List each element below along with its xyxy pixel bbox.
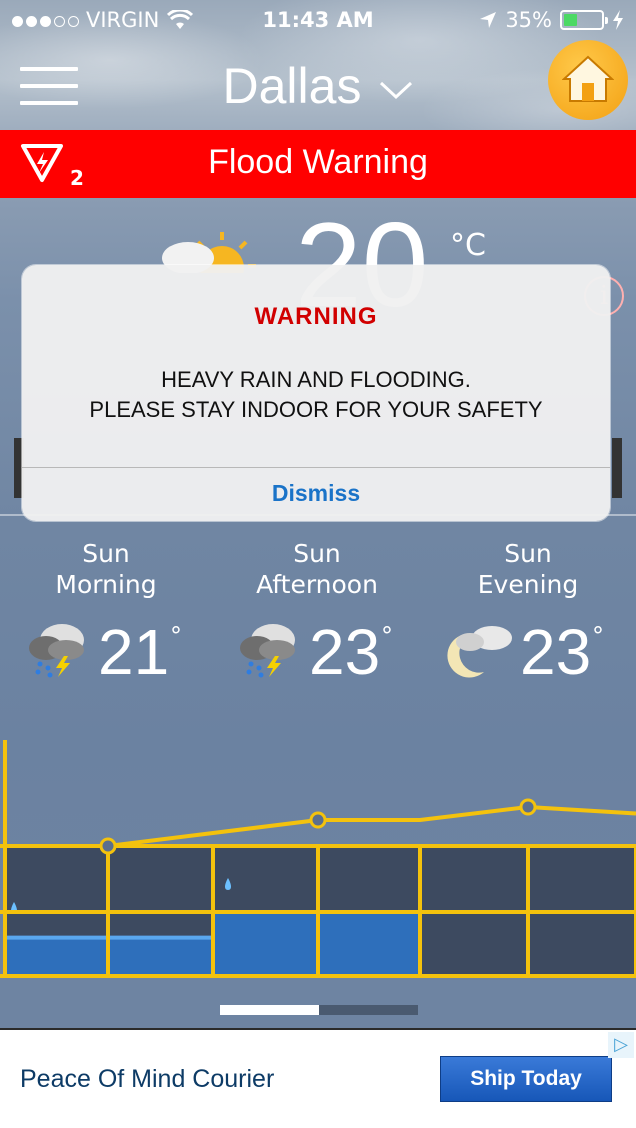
dialog-message-line: HEAVY RAIN AND FLOODING. xyxy=(161,367,471,392)
dialog-title: WARNING xyxy=(254,303,378,330)
dialog-message-line: PLEASE STAY INDOOR FOR YOUR SAFETY xyxy=(89,397,543,422)
ad-banner[interactable]: Peace Of Mind Courier Ship Today ▷ xyxy=(0,1028,636,1128)
rain-bar xyxy=(5,937,108,976)
home-icon xyxy=(562,55,614,102)
battery-percent: 35% xyxy=(505,8,552,32)
location-arrow-icon xyxy=(480,12,497,28)
city-name: Dallas xyxy=(222,58,362,114)
right-edge-tab xyxy=(612,438,622,498)
page-indicator-active xyxy=(220,1005,319,1015)
degree-symbol: ° xyxy=(170,622,182,650)
degree-symbol: ° xyxy=(592,622,604,650)
dismiss-button[interactable]: Dismiss xyxy=(22,468,610,521)
status-bar: VIRGIN 11:43 AM 35% xyxy=(0,0,636,40)
chevron-down-icon xyxy=(380,81,413,99)
thunderstorm-icon xyxy=(240,624,295,678)
charging-icon xyxy=(613,10,623,30)
rain-bar xyxy=(108,937,213,976)
home-button[interactable] xyxy=(548,40,628,120)
rain-bar xyxy=(318,912,420,976)
partly-cloudy-night-icon xyxy=(447,626,512,678)
forecast-period: Evening xyxy=(477,570,579,599)
battery-icon xyxy=(560,10,608,30)
ship-today-button[interactable]: Ship Today xyxy=(440,1056,612,1102)
dialog-message: HEAVY RAIN AND FLOODING. PLEASE STAY IND… xyxy=(22,365,610,425)
series-point xyxy=(519,798,537,816)
degree-symbol: ° xyxy=(381,622,393,650)
adchoices-icon[interactable]: ▷ xyxy=(608,1032,634,1058)
forecast-day: Sun xyxy=(293,539,341,568)
warning-dialog: WARNING HEAVY RAIN AND FLOODING. PLEASE … xyxy=(22,265,610,521)
forecast-temp: 23 xyxy=(520,616,592,688)
status-right: 35% xyxy=(479,8,624,32)
series-point xyxy=(99,837,117,855)
forecast-temp: 21 xyxy=(98,616,170,688)
rain-bar xyxy=(213,912,318,976)
page-indicator[interactable] xyxy=(220,1005,418,1015)
hourly-chart xyxy=(0,740,636,978)
ad-text[interactable]: Peace Of Mind Courier xyxy=(20,1065,274,1094)
forecast-temp: 23 xyxy=(309,616,381,688)
forecast-period: Morning xyxy=(55,570,157,599)
temperature-unit: °C xyxy=(450,228,486,263)
flood-warning-bar[interactable]: 2 Flood Warning i xyxy=(0,130,636,316)
series-point xyxy=(309,811,327,829)
forecast-evening[interactable]: Sun Evening 23 ° xyxy=(422,538,634,688)
forecast-morning[interactable]: Sun Morning 21 ° xyxy=(0,538,212,688)
forecast-day: Sun xyxy=(504,539,552,568)
thunderstorm-icon xyxy=(29,624,84,678)
forecast-day: Sun xyxy=(82,539,130,568)
forecast-period: Afternoon xyxy=(256,570,378,599)
forecast-afternoon[interactable]: Sun Afternoon 23 ° xyxy=(211,538,423,688)
alert-title: Flood Warning xyxy=(208,143,428,181)
city-selector[interactable]: Dallas xyxy=(0,57,636,115)
